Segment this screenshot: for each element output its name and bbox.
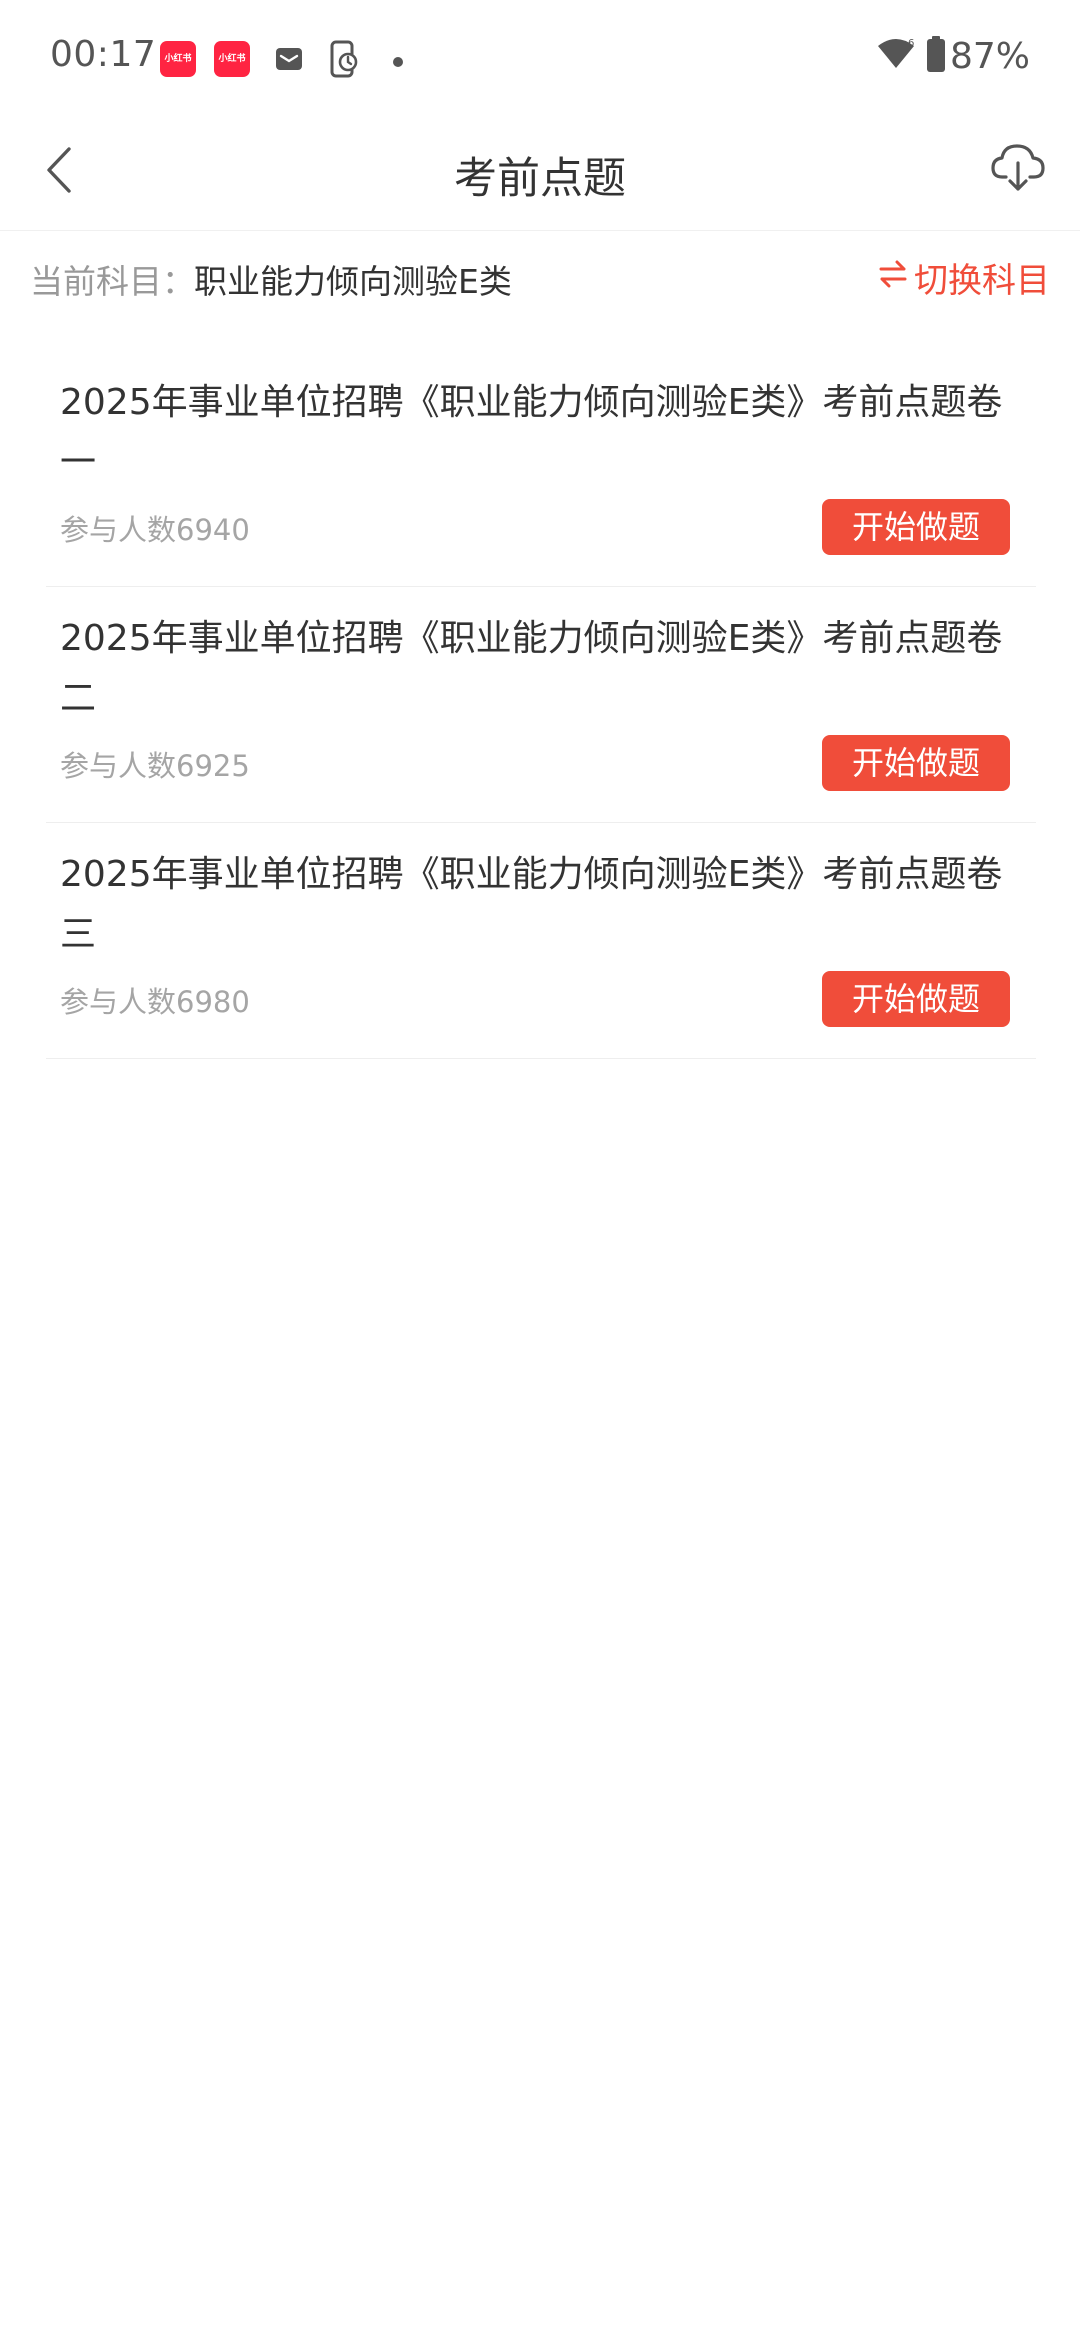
list-item[interactable]: 2025年事业单位招聘《职业能力倾向测验E类》考前点题卷一 参与人数6940 开… [46, 351, 1036, 587]
current-subject-value: 职业能力倾向测验E类 [194, 262, 512, 301]
mail-icon [274, 44, 304, 78]
participant-count: 参与人数6925 [60, 749, 250, 783]
exam-title: 2025年事业单位招聘《职业能力倾向测验E类》考前点题卷三 [60, 854, 1003, 955]
start-exam-button[interactable]: 开始做题 [822, 499, 1010, 555]
start-exam-button[interactable]: 开始做题 [822, 971, 1010, 1027]
app-badge-label: 小红书 [164, 54, 192, 64]
battery-icon [926, 35, 946, 77]
svg-text:6: 6 [908, 38, 914, 49]
switch-subject-button[interactable]: 切换科目 [878, 253, 1050, 302]
app-badge-label: 小红书 [218, 54, 246, 64]
page-title: 考前点题 [454, 154, 626, 204]
xiaohongshu-app-icon: 小红书 [160, 41, 196, 77]
switch-subject-label: 切换科目 [914, 261, 1050, 301]
current-subject-label: 当前科目： [30, 262, 195, 301]
subject-bar: 当前科目： 职业能力倾向测验E类 切换科目 [0, 231, 1080, 323]
exam-title: 2025年事业单位招聘《职业能力倾向测验E类》考前点题卷二 [60, 618, 1003, 719]
battery-percent: 87% [949, 35, 1030, 77]
start-exam-button[interactable]: 开始做题 [822, 735, 1010, 791]
phone-sync-icon [328, 40, 362, 82]
status-bar: 00:17 小红书 小红书 6 87% [0, 0, 1080, 118]
participant-count: 参与人数6940 [60, 513, 250, 547]
exam-title: 2025年事业单位招聘《职业能力倾向测验E类》考前点题卷一 [60, 382, 1003, 483]
exam-list: 2025年事业单位招聘《职业能力倾向测验E类》考前点题卷一 参与人数6940 开… [46, 351, 1036, 1059]
wifi-icon: 6 [874, 34, 918, 78]
dot-icon [392, 53, 404, 72]
download-button[interactable] [986, 138, 1050, 202]
nav-header: 考前点题 [0, 118, 1080, 231]
xiaohongshu-app-icon: 小红书 [214, 41, 250, 77]
participant-count: 参与人数6980 [60, 985, 250, 1019]
status-time: 00:17 [50, 34, 157, 75]
cloud-download-icon [990, 141, 1046, 199]
list-item[interactable]: 2025年事业单位招聘《职业能力倾向测验E类》考前点题卷二 参与人数6925 开… [46, 587, 1036, 823]
swap-arrows-icon [878, 258, 914, 298]
list-item[interactable]: 2025年事业单位招聘《职业能力倾向测验E类》考前点题卷三 参与人数6980 开… [46, 823, 1036, 1059]
status-right-group: 6 87% [874, 34, 1030, 78]
